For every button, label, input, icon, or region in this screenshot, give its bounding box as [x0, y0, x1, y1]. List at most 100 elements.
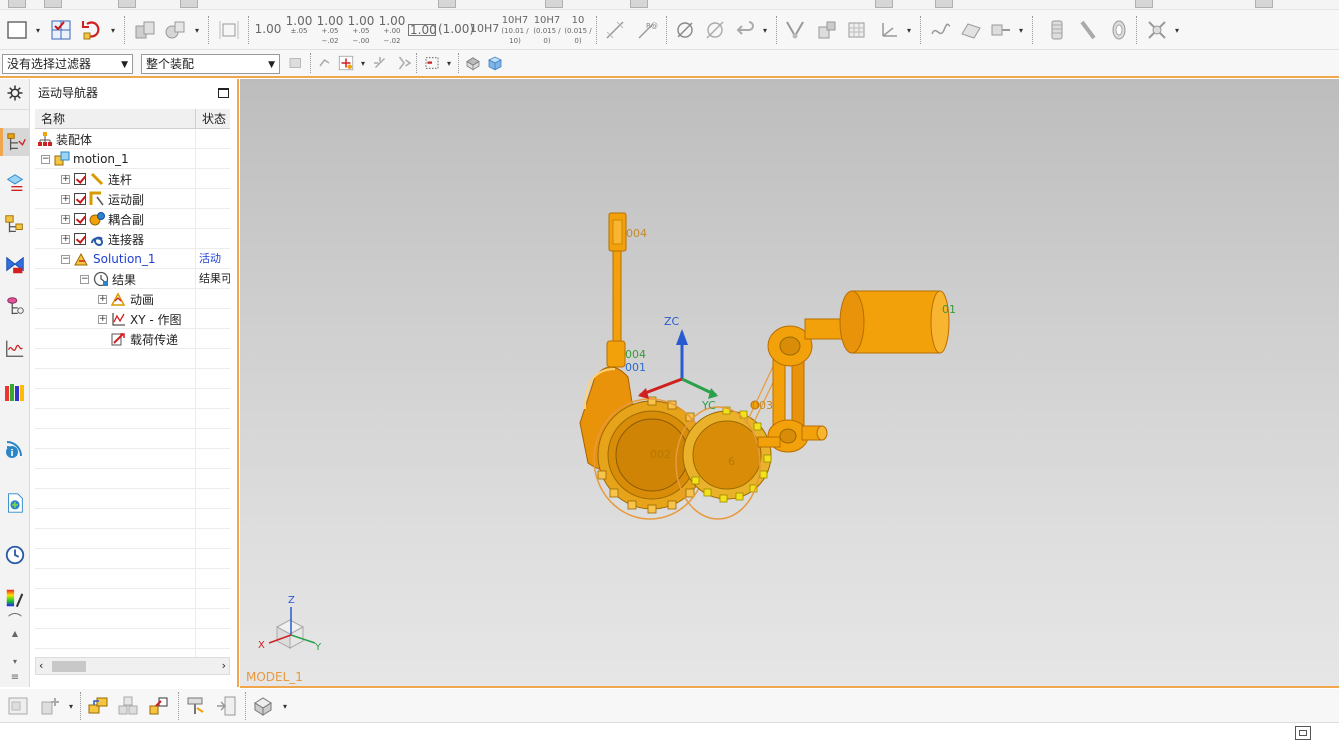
sheet-icon[interactable] [988, 16, 1014, 44]
history-graph-icon[interactable] [2, 334, 28, 362]
tree-row-xy-graph[interactable]: + XY - 作图 [35, 309, 230, 329]
tolerance-button-7[interactable]: (1.00) [438, 16, 474, 44]
assembly-navigator-icon[interactable] [2, 210, 28, 238]
scope-dropdown[interactable]: 整个装配 ▼ [141, 54, 280, 74]
curve-icon[interactable] [928, 16, 954, 44]
sequence-icon[interactable] [215, 692, 239, 720]
motor-cylinder[interactable] [804, 290, 950, 354]
wave-link-icon[interactable] [251, 692, 275, 720]
tree-row-motion[interactable]: − motion_1 [35, 149, 230, 169]
add-component-icon[interactable] [38, 692, 62, 720]
assembly-array-icon[interactable] [116, 692, 140, 720]
snap-tool-icon[interactable] [394, 52, 414, 74]
dimension-frame-icon[interactable] [216, 16, 242, 44]
slider-part[interactable] [608, 212, 627, 352]
collapse-icon[interactable]: ≡ [2, 671, 28, 683]
color-palette-icon[interactable] [2, 584, 28, 612]
graphics-viewport[interactable]: 004 004 001 002 6 003 01 ZC YC Z X Y MOD… [240, 79, 1339, 688]
expand-toggle[interactable]: + [61, 194, 70, 204]
filter-settings-icon[interactable] [285, 52, 307, 74]
diameter-icon[interactable] [672, 16, 698, 44]
tolerance-button-9[interactable]: 10H7 (10.01 / 10) [501, 16, 529, 46]
chevron-down-icon[interactable]: ▾ [280, 692, 290, 720]
ribbon-icon[interactable] [545, 0, 563, 8]
scroll-thumb[interactable] [52, 661, 86, 672]
part-navigator-icon[interactable] [2, 292, 28, 320]
snap-endpoint-icon[interactable] [370, 52, 390, 74]
reuse-library-icon[interactable] [2, 379, 28, 407]
bushing-icon[interactable] [1106, 16, 1132, 44]
collapse-toggle[interactable]: − [41, 154, 50, 164]
view-triad[interactable] [268, 607, 316, 649]
column-header-name[interactable]: 名称 [35, 109, 195, 129]
visibility-checkbox[interactable] [74, 233, 86, 245]
chevron-down-icon[interactable]: ▾ [1016, 16, 1026, 44]
tree-row-load-transfer[interactable]: 载荷传递 [35, 329, 230, 349]
horizontal-scrollbar[interactable]: ‹ › [35, 657, 230, 675]
sheet-template-icon[interactable] [6, 692, 30, 720]
tolerance-button-4[interactable]: 1.00 +.05 −.00 [347, 15, 375, 45]
ribbon-icon[interactable] [438, 0, 456, 8]
visibility-checkbox[interactable] [74, 213, 86, 225]
shaded-view-icon[interactable] [463, 52, 483, 74]
box-select-icon[interactable] [422, 52, 442, 74]
tree-row-assembly[interactable]: 装配体 [35, 129, 230, 149]
tolerance-button-2[interactable]: 1.00 ±.05 [285, 15, 313, 44]
visibility-checkbox[interactable] [74, 173, 86, 185]
tree-row-joints[interactable]: + 运动副 [35, 189, 230, 209]
maximize-icon[interactable] [218, 88, 229, 98]
mechanism-model[interactable]: 004 004 001 002 6 003 01 ZC YC Z X Y [240, 79, 1339, 686]
cube-view-icon[interactable] [485, 52, 505, 74]
chevron-down-icon[interactable]: ▾ [444, 52, 454, 74]
column-header-status[interactable]: 状态 [195, 109, 230, 129]
visibility-checkbox[interactable] [74, 193, 86, 205]
return-arrow-icon[interactable] [732, 16, 758, 44]
motion-navigator-tab-icon[interactable] [0, 128, 30, 156]
scroll-down-icon[interactable]: ▾ [2, 655, 28, 667]
assembly-component-icon[interactable] [132, 16, 158, 44]
pulley-assembly[interactable] [757, 325, 828, 453]
info-feed-icon[interactable]: i [2, 434, 28, 462]
ribbon-icon[interactable] [44, 0, 62, 8]
tree-row-couplers[interactable]: + 耦合副 [35, 209, 230, 229]
chevron-down-icon[interactable]: ▾ [904, 16, 914, 44]
tolerance-button-6[interactable]: 1.00 [408, 16, 437, 44]
web-browser-icon[interactable] [2, 489, 28, 517]
ribbon-icon[interactable] [180, 0, 198, 8]
table-grid-icon[interactable] [845, 16, 871, 44]
expand-toggle[interactable]: + [61, 214, 70, 224]
tolerance-button-11[interactable]: 10 (0.015 / 0) [564, 16, 592, 46]
scroll-left-icon[interactable]: ‹ [39, 659, 43, 672]
right-gear[interactable] [682, 406, 772, 503]
snap-grid-icon[interactable] [336, 52, 356, 74]
ribbon-icon[interactable] [875, 0, 893, 8]
diameter-alt-icon[interactable] [702, 16, 728, 44]
snap-point-icon[interactable] [316, 52, 336, 74]
clock-icon[interactable] [2, 541, 28, 569]
gear-icon[interactable] [2, 79, 28, 107]
scroll-up-icon[interactable]: ▲ [2, 627, 28, 639]
expand-toggle[interactable]: + [61, 234, 70, 244]
chevron-down-icon[interactable]: ▾ [1172, 16, 1182, 44]
tolerance-button-1[interactable]: 1.00 [254, 16, 282, 44]
tree-row-results[interactable]: − 结果 结果可 [35, 269, 230, 289]
rectangle-select-icon[interactable] [4, 16, 30, 44]
link-joint-icon[interactable] [782, 16, 808, 44]
tree-row-connectors[interactable]: + 连接器 [35, 229, 230, 249]
collapse-toggle[interactable]: − [61, 254, 70, 264]
tree-row-links[interactable]: + 连杆 [35, 169, 230, 189]
expand-toggle[interactable]: + [61, 174, 70, 184]
ribbon-icon[interactable] [630, 0, 648, 8]
ribbon-icon[interactable] [1255, 0, 1273, 8]
chevron-down-icon[interactable]: ▾ [108, 16, 118, 44]
tree-row-animation[interactable]: + 动画 [35, 289, 230, 309]
ribbon-icon[interactable] [935, 0, 953, 8]
assembly-group-icon[interactable] [162, 16, 188, 44]
tolerance-button-8[interactable]: 10H7 [470, 16, 499, 44]
radius-dimension-icon[interactable]: R@ [634, 16, 660, 44]
tolerance-button-3[interactable]: 1.00 +.05 −.02 [316, 15, 344, 45]
tolerance-button-10[interactable]: 10H7 (0.015 / 0) [532, 16, 562, 46]
coordinate-axes-icon[interactable] [876, 16, 902, 44]
chevron-down-icon[interactable]: ▾ [33, 16, 43, 44]
exploded-view-icon[interactable] [185, 692, 209, 720]
